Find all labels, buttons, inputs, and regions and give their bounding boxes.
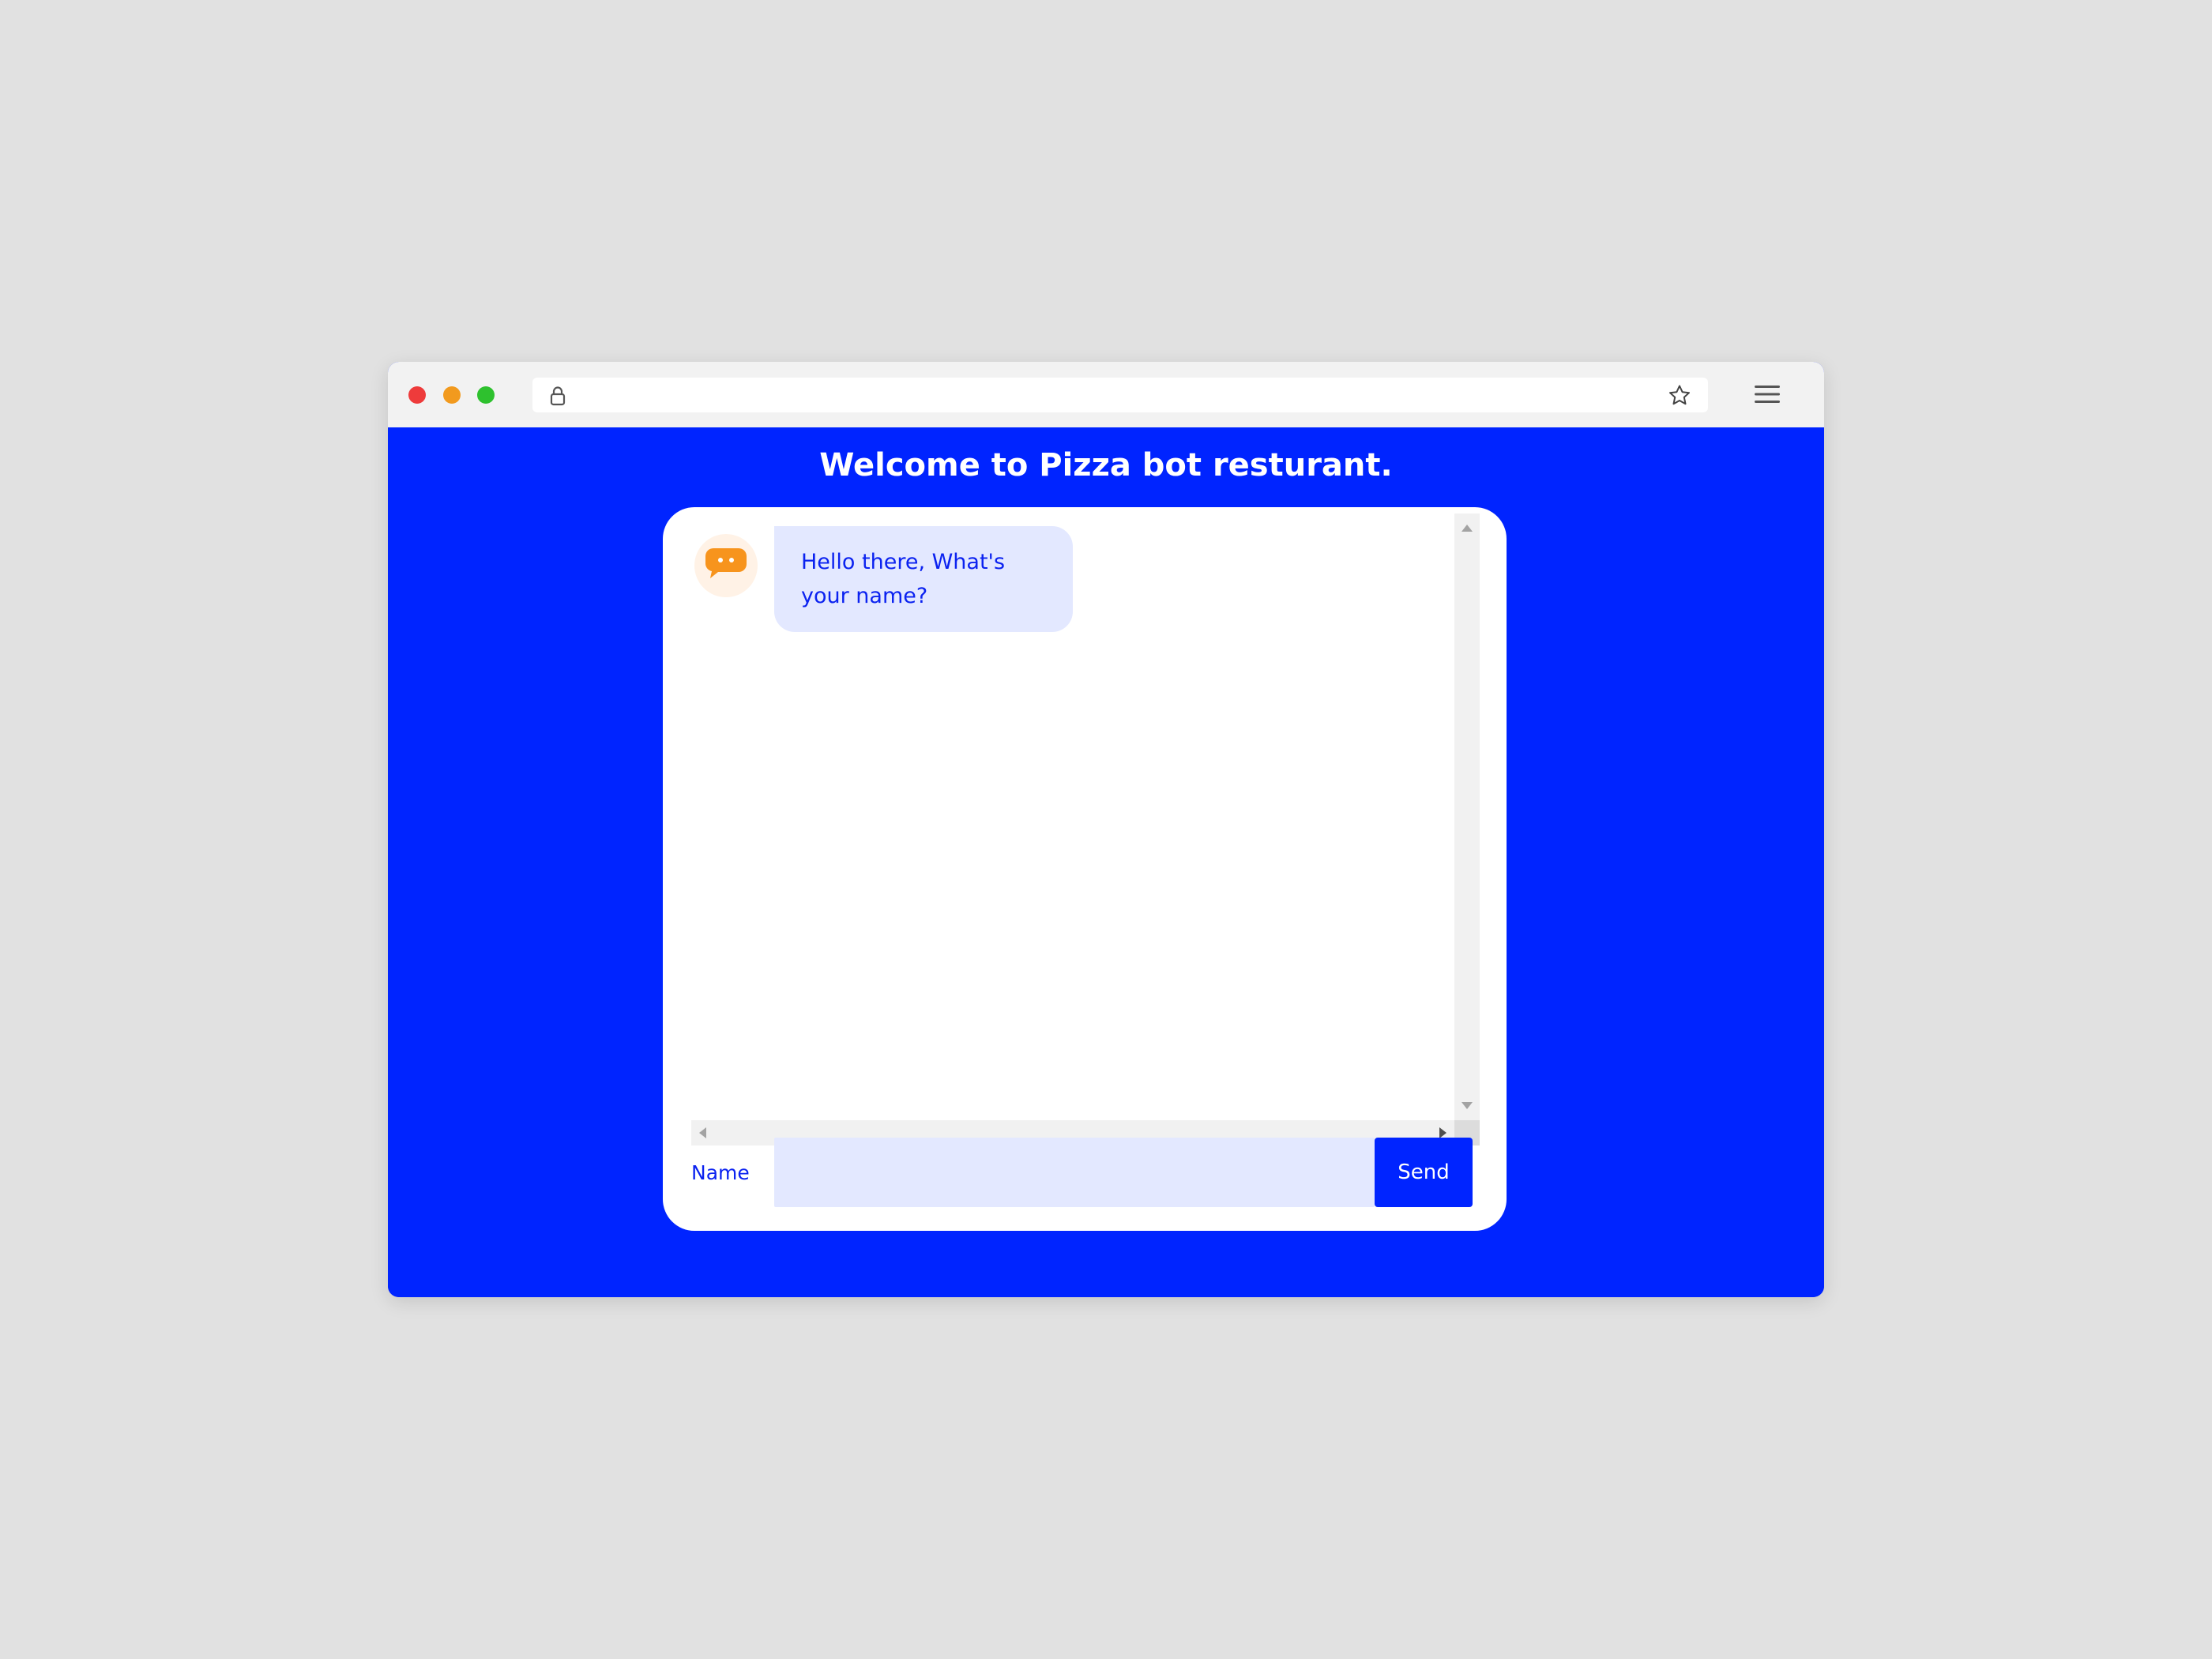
chat-bubble-icon [705,548,747,578]
chat-card: Hello there, What's your name? Name Send [663,507,1507,1231]
page-title: Welcome to Pizza bot resturant. [819,447,1393,483]
message-bubble: Hello there, What's your name? [774,526,1073,632]
star-icon[interactable] [1667,383,1692,408]
message-form: Name Send [691,1138,1481,1209]
chat-log[interactable]: Hello there, What's your name? [691,514,1480,1146]
address-bar[interactable] [532,378,1708,412]
browser-window: Welcome to Pizza bot resturant. Hello th… [388,362,1824,1297]
maximize-window-button[interactable] [477,386,495,404]
close-window-button[interactable] [408,386,426,404]
scroll-up-arrow-icon[interactable] [1462,525,1473,532]
vertical-scrollbar[interactable] [1454,514,1480,1120]
lock-icon [550,386,566,406]
scroll-left-arrow-icon[interactable] [699,1127,706,1138]
name-input[interactable] [774,1138,1375,1207]
hamburger-menu-icon[interactable] [1753,382,1781,406]
scroll-right-arrow-icon[interactable] [1439,1127,1446,1138]
bot-avatar [694,534,758,597]
minimize-window-button[interactable] [443,386,461,404]
page-content: Welcome to Pizza bot resturant. Hello th… [388,427,1824,1297]
browser-toolbar [388,362,1824,427]
send-button[interactable]: Send [1375,1138,1473,1207]
name-label: Name [691,1161,750,1184]
scroll-down-arrow-icon[interactable] [1462,1102,1473,1109]
